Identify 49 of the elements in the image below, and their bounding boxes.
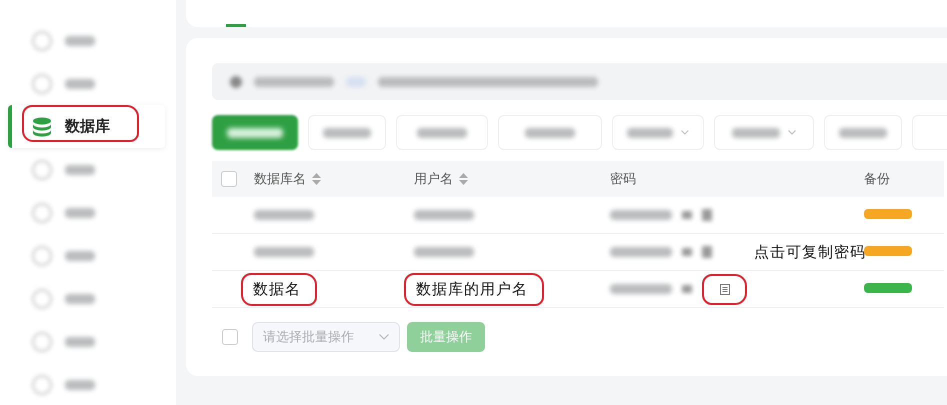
- blurred-text: [525, 128, 575, 138]
- blurred-text: [254, 246, 314, 257]
- toolbar-button[interactable]: [824, 115, 902, 150]
- blurred-icon: [682, 248, 692, 256]
- blurred-text: [627, 128, 674, 138]
- blurred-text: [732, 128, 780, 138]
- blurred-text: [417, 128, 467, 138]
- blurred-text: [65, 336, 95, 346]
- toolbar-button[interactable]: [212, 115, 298, 150]
- blurred-icon: [682, 285, 692, 293]
- column-header: 密码: [610, 171, 636, 188]
- blurred-text: [65, 380, 95, 390]
- copy-icon[interactable]: [718, 282, 730, 296]
- chevron-icon: [681, 130, 689, 135]
- blurred-text: [323, 128, 371, 138]
- column-header: 用户名: [414, 171, 453, 188]
- sort-icon[interactable]: [459, 173, 468, 185]
- column-header: 备份: [864, 171, 890, 188]
- toolbar-button[interactable]: [308, 115, 386, 150]
- blurred-text: [65, 164, 95, 174]
- blurred-text: [414, 210, 474, 220]
- blurred-text: [839, 128, 887, 138]
- sort-icon[interactable]: [312, 173, 321, 185]
- sidebar-item[interactable]: 数据库: [8, 105, 165, 148]
- column-header: 数据库名: [254, 171, 306, 188]
- blurred-text: [65, 208, 95, 218]
- annotation-label: 数据名: [241, 272, 317, 306]
- blurred-text: [610, 247, 672, 257]
- blurred-text: [65, 36, 95, 46]
- toolbar-button[interactable]: [714, 115, 814, 150]
- blurred-text: [65, 294, 95, 304]
- toolbar-button[interactable]: [498, 115, 602, 150]
- toolbar-button[interactable]: [612, 115, 704, 150]
- blurred-text: [254, 210, 314, 220]
- chevron-icon: [379, 334, 389, 340]
- blurred-text: [414, 246, 474, 257]
- blurred-text: [227, 128, 283, 138]
- checkbox[interactable]: [221, 171, 237, 187]
- blurred-text: [65, 78, 95, 88]
- blurred-text: [610, 210, 672, 220]
- blurred-icon: [682, 211, 692, 219]
- chevron-icon: [788, 130, 796, 135]
- blurred-text: [610, 284, 672, 294]
- database-icon: [32, 116, 52, 136]
- toolbar-button[interactable]: [396, 115, 488, 150]
- blurred-icon: [230, 76, 242, 88]
- blurred-text: [346, 76, 366, 86]
- blurred-text: [65, 250, 95, 260]
- annotation-label: 数据库的用户名: [404, 272, 544, 306]
